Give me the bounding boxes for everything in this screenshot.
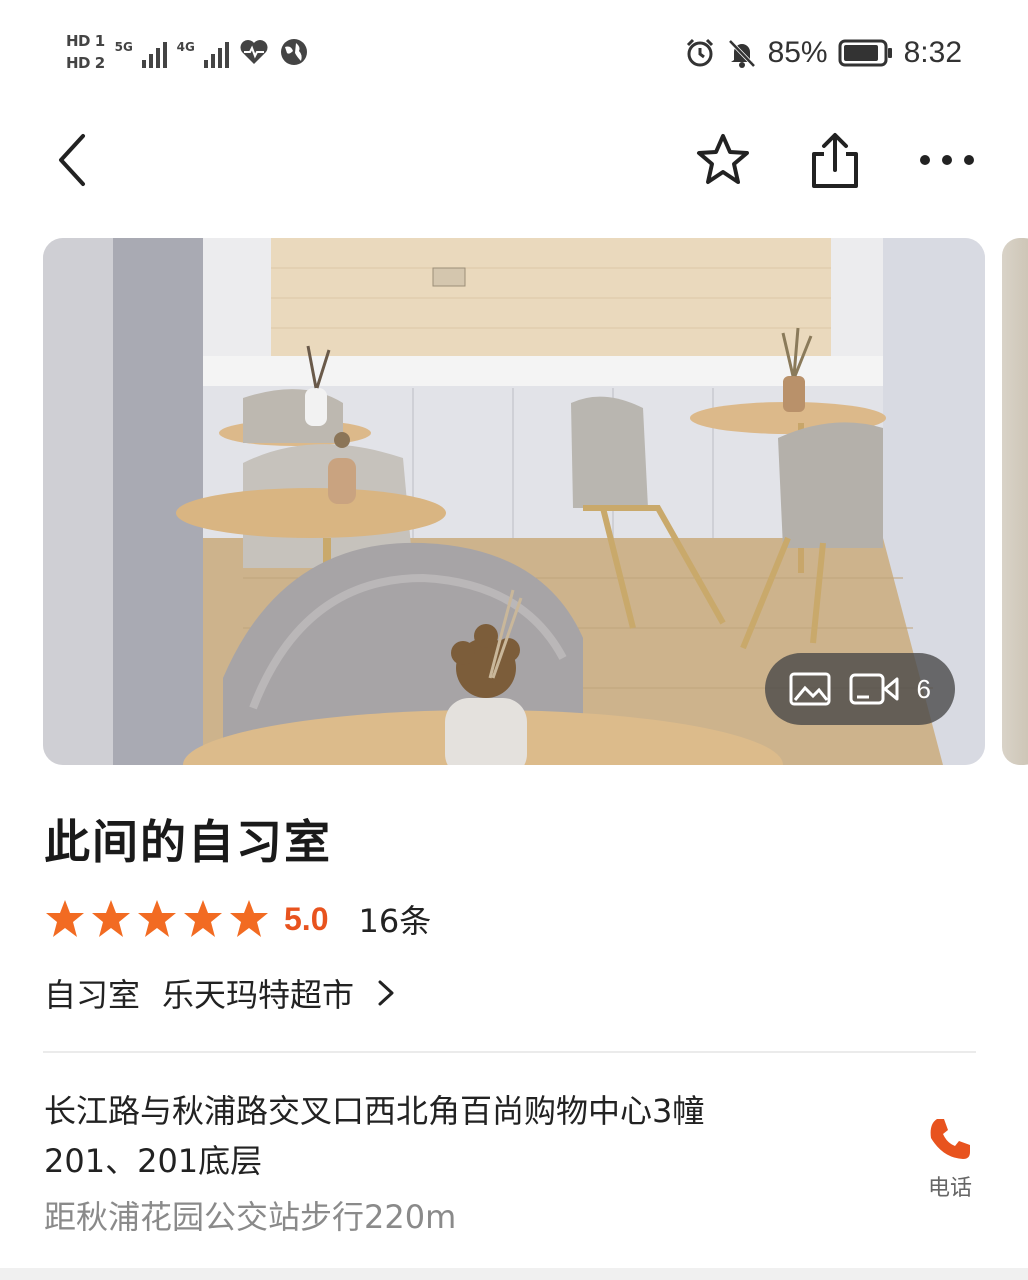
location-tag: 乐天玛特超市 bbox=[162, 976, 355, 1014]
alarm-icon bbox=[686, 38, 713, 67]
place-name: 此间的自习室 bbox=[44, 815, 332, 869]
sim-indicators: HD 1 HD 2 bbox=[66, 32, 105, 72]
signal-4g-icon: 4G bbox=[177, 32, 229, 72]
media-count-pill[interactable]: 6 bbox=[764, 653, 955, 725]
image-icon bbox=[789, 672, 831, 706]
clock: 8:32 bbox=[903, 36, 962, 69]
back-button[interactable] bbox=[38, 125, 108, 195]
chevron-left-icon bbox=[59, 134, 85, 186]
star-outline-icon bbox=[697, 134, 749, 184]
video-icon bbox=[849, 673, 899, 705]
review-count: 16条 bbox=[358, 902, 432, 940]
phone-label: 电话 bbox=[927, 1176, 972, 1201]
distance-info: 距秋浦花园公交站步行220m bbox=[44, 1198, 457, 1236]
share-button[interactable] bbox=[800, 125, 870, 195]
more-button[interactable] bbox=[912, 125, 982, 195]
signal-5g-icon: 5G bbox=[115, 32, 167, 72]
category-row[interactable]: 自习室 乐天玛特超市 bbox=[44, 970, 396, 1016]
photo-gallery[interactable]: 6 bbox=[43, 238, 985, 765]
sim2-label: HD 2 bbox=[66, 54, 105, 72]
rating-row[interactable]: 5.0 16条 bbox=[44, 896, 431, 942]
phone-button[interactable]: 电话 bbox=[918, 1116, 982, 1202]
chevron-right-icon bbox=[378, 980, 394, 1006]
globe-icon bbox=[280, 39, 307, 65]
heart-rate-icon bbox=[240, 40, 268, 64]
phone-icon bbox=[930, 1119, 970, 1159]
divider bbox=[43, 1051, 976, 1053]
battery-percent: 85% bbox=[767, 36, 828, 69]
status-bar: HD 1 HD 2 5G 4G 85% 8:32 bbox=[0, 0, 1028, 110]
rating-score: 5.0 bbox=[284, 900, 329, 937]
media-count: 6 bbox=[916, 673, 931, 704]
address-line-1: 长江路与秋浦路交叉口西北角百尚购物中心3幢 bbox=[44, 1092, 705, 1130]
star-icon bbox=[46, 900, 84, 937]
top-nav bbox=[0, 110, 1028, 220]
favorite-button[interactable] bbox=[688, 125, 758, 195]
address-line-2: 201、201底层 bbox=[44, 1142, 263, 1180]
sim1-label: HD 1 bbox=[66, 32, 105, 50]
star-icon bbox=[138, 900, 176, 937]
star-icon bbox=[184, 900, 222, 937]
address[interactable]: 长江路与秋浦路交叉口西北角百尚购物中心3幢 201、201底层 bbox=[44, 1086, 864, 1186]
mute-bell-icon bbox=[728, 39, 756, 68]
section-separator bbox=[0, 1268, 1028, 1280]
share-icon bbox=[812, 133, 858, 188]
star-icon bbox=[230, 900, 268, 937]
category-label: 自习室 bbox=[44, 976, 141, 1014]
rating-stars bbox=[44, 899, 270, 939]
more-dots-icon bbox=[920, 155, 974, 165]
battery-icon bbox=[838, 39, 892, 67]
next-photo-peek[interactable] bbox=[1002, 238, 1028, 765]
star-icon bbox=[92, 900, 130, 937]
